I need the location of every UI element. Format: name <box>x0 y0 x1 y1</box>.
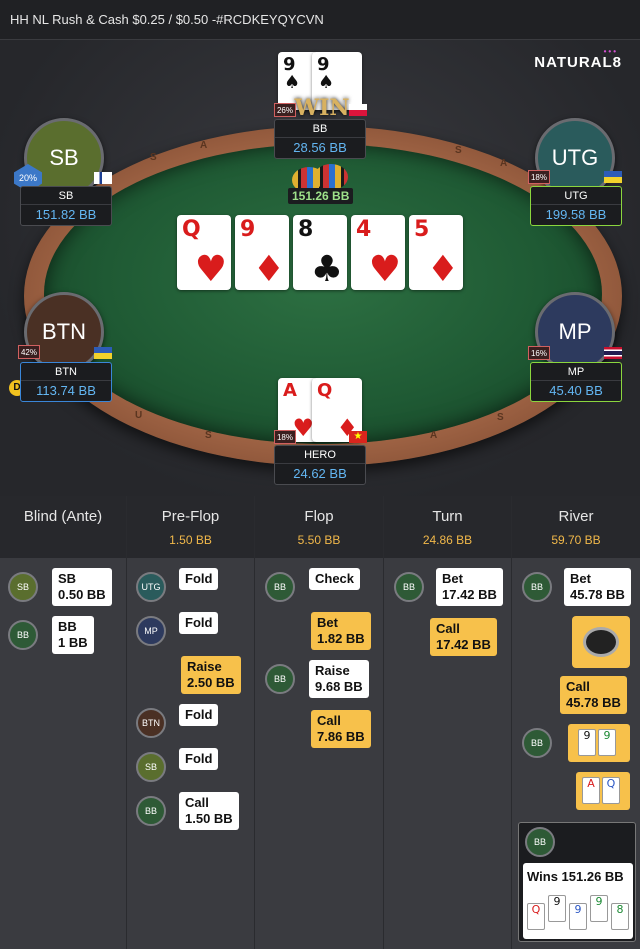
result-text: Wins 151.26 BB <box>527 869 624 884</box>
bb-action-avatar: BB <box>394 572 424 602</box>
btn-equity-badge: 42% <box>18 345 40 359</box>
mp-equity-badge: 16% <box>528 346 550 360</box>
shown-card: 9 <box>598 729 616 756</box>
hero-equity-badge: 18% <box>274 430 296 444</box>
action-bubble: Check <box>309 568 361 590</box>
board-card-1: Q ♥ <box>177 215 231 290</box>
action-bubble: SB 0.50 BB <box>52 568 112 606</box>
hero-action-bubble: Call 7.86 BB <box>311 710 371 748</box>
board-card-5: 5 ♦ <box>409 215 463 290</box>
btn-nameplate[interactable]: BTN 113.74 BB <box>20 362 112 402</box>
action-bubble: Fold <box>179 568 219 590</box>
column-turn: Turn 24.86 BB BB Bet 17.42 BB Call 17.42 … <box>384 496 512 949</box>
mp-flag-icon <box>604 347 622 359</box>
bb-flag-icon <box>349 104 367 116</box>
brand-logo: ••• NATURAL8 <box>534 47 622 71</box>
bb-action-avatar: BB <box>136 796 166 826</box>
action-history: Blind (Ante) SB SB 0.50 BB BB BB 1 BB Pr… <box>0 496 640 949</box>
winning-card: 9 <box>548 895 566 922</box>
action-bubble: Call 1.50 BB <box>179 792 239 830</box>
winning-card: 9 <box>590 895 608 922</box>
action-bubble: Fold <box>179 704 219 726</box>
column-flop: Flop 5.50 BB BB Check Bet 1.82 BB BB Rais… <box>255 496 384 949</box>
shown-card: Q <box>602 777 620 804</box>
sb-action-avatar: SB <box>136 752 166 782</box>
shown-card: 9 <box>578 729 596 756</box>
sb-nameplate[interactable]: SB 151.82 BB <box>20 186 112 226</box>
hero-shown-cards: A Q <box>576 772 630 810</box>
utg-equity-badge: 18% <box>528 170 550 184</box>
action-bubble: BB 1 BB <box>52 616 94 654</box>
action-bubble: Raise 9.68 BB <box>309 660 369 698</box>
bb-winner-avatar: BB <box>525 827 555 857</box>
bb-equity-badge: 26% <box>274 103 296 117</box>
bb-shown-cards: 9 9 <box>568 724 630 762</box>
hero-action-bubble: Raise 2.50 BB <box>181 656 241 694</box>
winning-card: 9 <box>569 903 587 930</box>
bb-action-avatar: BB <box>265 572 295 602</box>
shown-card: A <box>582 777 600 804</box>
bb-action-avatar: BB <box>522 572 552 602</box>
mp-action-avatar: MP <box>136 616 166 646</box>
column-title: Blind (Ante) <box>23 508 103 525</box>
result-box: Wins 151.26 BB Q 9 9 9 8 <box>523 863 633 939</box>
winning-card: Q <box>527 903 545 930</box>
hero-action-bubble: Call 45.78 BB <box>560 676 627 714</box>
hero-action-bubble: Bet 1.82 BB <box>311 612 371 650</box>
action-bubble: Bet 45.78 BB <box>564 568 631 606</box>
btn-action-avatar: BTN <box>136 708 166 738</box>
hero-flag-icon: ★ <box>349 431 367 443</box>
hero-nameplate[interactable]: HERO 24.62 BB <box>274 445 366 485</box>
bb-action-avatar: BB <box>265 664 295 694</box>
sb-action-avatar: SB <box>8 572 38 602</box>
btn-flag-icon <box>94 347 112 359</box>
mp-nameplate[interactable]: MP 45.40 BB <box>530 362 622 402</box>
board-card-4: 4 ♥ <box>351 215 405 290</box>
pot-chips-icon-2 <box>314 164 348 190</box>
column-blind: Blind (Ante) SB SB 0.50 BB BB BB 1 BB <box>0 496 127 949</box>
bb-nameplate[interactable]: BB 28.56 BB <box>274 119 366 159</box>
action-bubble: Fold <box>179 612 219 634</box>
column-preflop: Pre-Flop 1.50 BB UTG Fold MP Fold Raise 2… <box>127 496 255 949</box>
poker-table-area: ••• NATURAL8 S A S A U S A S 9 ♠ 9 ♠ WIN 26… <box>0 40 640 496</box>
action-bubble: Fold <box>179 748 219 770</box>
window-title: HH NL Rush & Cash $0.25 / $0.50 -#RCDKEY… <box>0 0 640 40</box>
board-card-2: 9 ♦ <box>235 215 289 290</box>
btn-avatar[interactable]: BTN <box>24 292 104 372</box>
sb-flag-icon <box>94 172 112 184</box>
winning-card: 8 <box>611 903 629 930</box>
pot-amount: 151.26 BB <box>288 188 354 204</box>
mp-avatar[interactable]: MP <box>535 292 615 372</box>
utg-flag-icon <box>604 171 622 183</box>
replay-window: HH NL Rush & Cash $0.25 / $0.50 -#RCDKEY… <box>0 0 640 949</box>
board-card-3: 8 ♣ <box>293 215 347 290</box>
utg-nameplate[interactable]: UTG 199.58 BB <box>530 186 622 226</box>
winner-panel: BB Wins 151.26 BB Q 9 9 9 8 <box>518 822 636 942</box>
hero-action-bubble: Call 17.42 BB <box>430 618 497 656</box>
bb-showdown-avatar: BB <box>522 728 552 758</box>
alarm-clock-icon <box>572 616 630 668</box>
column-river: River 59.70 BB BB Bet 45.78 BB Call 45.78… <box>512 496 640 949</box>
bb-action-avatar: BB <box>8 620 38 650</box>
action-bubble: Bet 17.42 BB <box>436 568 503 606</box>
utg-action-avatar: UTG <box>136 572 166 602</box>
